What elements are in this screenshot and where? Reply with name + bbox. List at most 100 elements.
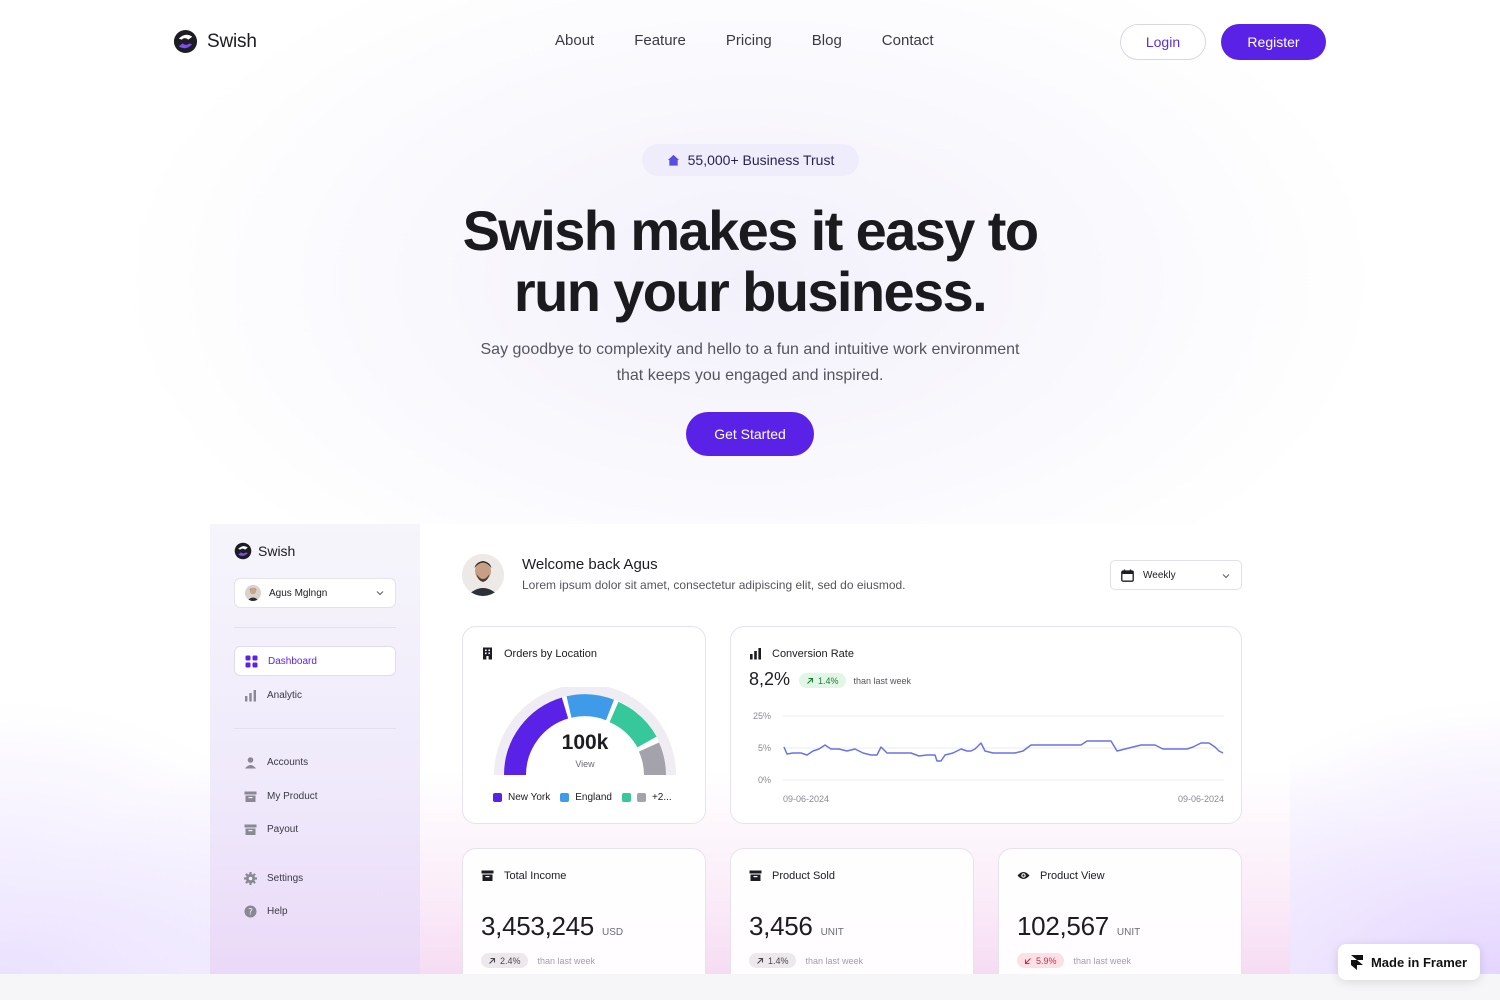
stat-delta: 2.4% than last week — [481, 953, 595, 968]
stat-value-row: 3,456 UNIT — [749, 911, 844, 942]
total-income-card: Total Income 3,453,245 USD 2.4% than las… — [462, 848, 706, 974]
chevron-down-icon — [376, 591, 384, 596]
avatar — [245, 585, 261, 601]
hero-title: Swish makes it easy to run your business… — [400, 200, 1100, 322]
sidebar-item-analytic[interactable]: Analytic — [234, 680, 396, 710]
sidebar-item-label: Accounts — [267, 756, 309, 768]
sidebar-item-label: Dashboard — [268, 655, 317, 667]
user-selector[interactable]: Agus Mglngn — [234, 578, 396, 608]
brand-name: Swish — [207, 30, 257, 52]
welcome-title: Welcome back Agus — [522, 556, 658, 573]
nav-link-feature[interactable]: Feature — [634, 32, 686, 49]
delta-note: than last week — [1073, 955, 1132, 966]
top-navbar: Swish About Feature Pricing Blog Contact… — [0, 0, 1500, 84]
hero-subtitle-line-2: that keeps you engaged and inspired. — [616, 367, 884, 384]
legend-item: +2... — [636, 792, 672, 803]
sidebar-item-payout[interactable]: Payout — [234, 814, 396, 844]
legend-swatch — [560, 793, 570, 802]
register-button[interactable]: Register — [1221, 24, 1326, 60]
y-tick-label: 25% — [753, 711, 771, 721]
legend-item — [621, 793, 631, 802]
user-name: Agus Mglngn — [269, 587, 328, 599]
y-tick-label: 0% — [758, 775, 771, 785]
product-view-card: Product View 102,567 UNIT 5.9% than last… — [998, 848, 1242, 974]
welcome-subtitle: Lorem ipsum dolor sit amet, consectetur … — [522, 578, 906, 592]
legend-swatch — [636, 793, 646, 802]
legend-label: New York — [508, 792, 551, 803]
user-icon — [245, 756, 256, 768]
nav-links: About Feature Pricing Blog Contact — [555, 32, 934, 49]
sidebar-item-accounts[interactable]: Accounts — [234, 747, 396, 777]
trust-badge-text: 55,000+ Business Trust — [687, 152, 835, 168]
legend-swatch — [621, 793, 631, 802]
conversion-line-chart: 25% 5% 0% 09-06-2024 09-06-2024 — [753, 711, 1224, 804]
stat-delta: 1.4% than last week — [749, 953, 863, 968]
arrow-up-right-icon — [489, 957, 496, 964]
stat-card-header: Product View — [1017, 869, 1105, 882]
sidebar-item-settings[interactable]: Settings — [234, 863, 396, 893]
nav-link-contact[interactable]: Contact — [882, 32, 934, 49]
orders-card: Orders by Location 100k View New York En… — [462, 626, 706, 824]
sidebar-item-label: Help — [267, 905, 288, 917]
hero-title-line-2: run your business. — [513, 260, 988, 323]
stat-value: 3,456 — [749, 911, 813, 941]
delta-value: 2.4% — [500, 955, 521, 966]
swish-logo-icon — [234, 542, 252, 560]
stat-title: Total Income — [504, 869, 567, 882]
orders-value: 100k — [561, 731, 609, 754]
arrow-up-right-icon — [757, 957, 764, 964]
svg-text:?: ? — [248, 907, 253, 917]
login-button[interactable]: Login — [1120, 24, 1206, 60]
framer-badge-text: Made in Framer — [1370, 954, 1468, 970]
avatar — [462, 554, 504, 596]
conversion-series-line — [783, 740, 1224, 762]
legend-item: New York — [493, 792, 550, 803]
period-select[interactable]: Weekly — [1110, 560, 1242, 590]
dashboard-main: Welcome back Agus Lorem ipsum dolor sit … — [420, 524, 1290, 974]
page-bottom-band — [0, 974, 1500, 1000]
hero-subtitle: Say goodbye to complexity and hello to a… — [440, 337, 1060, 389]
sidebar-item-dashboard[interactable]: Dashboard — [234, 646, 396, 676]
sidebar-divider — [234, 627, 396, 628]
sidebar-item-help[interactable]: ? Help — [234, 896, 396, 926]
brand-logo[interactable]: Swish — [173, 29, 257, 54]
orders-card-header: Orders by Location — [481, 647, 597, 660]
sidebar-item-my-product[interactable]: My Product — [234, 781, 396, 811]
nav-link-about[interactable]: About — [555, 32, 594, 49]
stat-card-header: Total Income — [481, 869, 566, 882]
stat-card-header: Product Sold — [749, 869, 835, 882]
trust-badge: 55,000+ Business Trust — [642, 144, 859, 176]
y-tick-label: 5% — [758, 743, 771, 753]
building-icon — [483, 647, 492, 660]
product-sold-card: Product Sold 3,456 UNIT 1.4% than last w… — [730, 848, 974, 974]
period-value: Weekly — [1143, 569, 1176, 581]
delta-value: 5.9% — [1036, 955, 1057, 966]
delta-note: than last week — [805, 955, 864, 966]
box-icon — [749, 870, 762, 881]
stat-title: Product View — [1040, 869, 1105, 882]
nav-link-blog[interactable]: Blog — [812, 32, 842, 49]
gear-icon — [244, 871, 257, 885]
box-icon — [244, 791, 257, 802]
calendar-icon — [1121, 569, 1134, 582]
x-tick-label: 09-06-2024 — [783, 794, 829, 804]
sidebar-brand-name: Swish — [258, 543, 296, 559]
eye-icon — [1017, 872, 1030, 879]
delta-note: than last week — [537, 955, 596, 966]
delta-value: 1.4% — [768, 955, 789, 966]
made-in-framer-badge[interactable]: Made in Framer — [1338, 944, 1480, 980]
sidebar-item-label: Payout — [267, 823, 299, 835]
get-started-button[interactable]: Get Started — [686, 412, 814, 456]
stat-value-row: 3,453,245 USD — [481, 911, 623, 942]
x-tick-label: 09-06-2024 — [1178, 794, 1224, 804]
legend-item: England — [560, 792, 612, 803]
hero-title-line-1: Swish makes it easy to — [462, 199, 1039, 262]
legend-label: +2... — [651, 792, 672, 803]
orders-card-title: Orders by Location — [504, 647, 597, 660]
delta-pill: 5.9% — [1017, 953, 1064, 968]
arrow-down-left-icon — [1024, 957, 1031, 964]
sidebar-brand[interactable]: Swish — [234, 542, 295, 560]
dashboard-sidebar: Swish Agus Mglngn Dashboard Analytic Acc… — [210, 524, 420, 974]
stat-value: 102,567 — [1017, 911, 1109, 941]
nav-link-pricing[interactable]: Pricing — [726, 32, 772, 49]
